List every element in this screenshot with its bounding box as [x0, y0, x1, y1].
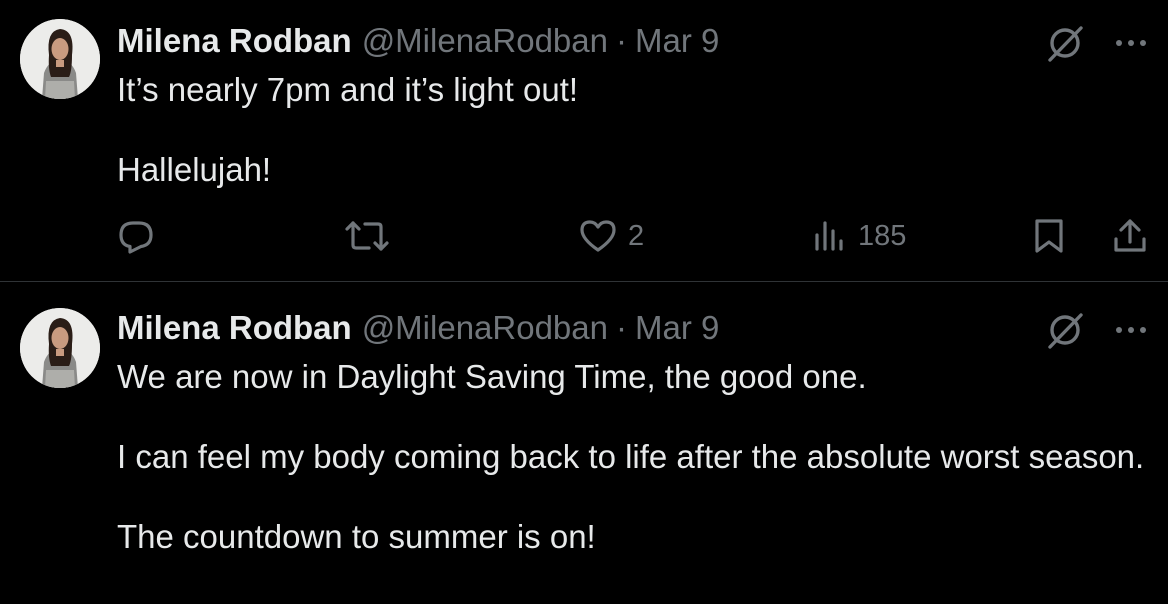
avatar-photo — [20, 19, 100, 99]
grok-icon[interactable] — [1044, 22, 1086, 64]
tweet-date[interactable]: Mar 9 — [635, 308, 719, 348]
tweet-action-bar: 2 185 — [117, 212, 1148, 260]
author-handle[interactable]: @MilenaRodban — [362, 21, 608, 61]
author-handle[interactable]: @MilenaRodban — [362, 308, 608, 348]
tweet-top-actions — [1044, 309, 1148, 351]
retweet-icon — [345, 221, 389, 251]
tweet-paragraph: It’s nearly 7pm and it’s light out! — [117, 71, 579, 108]
grok-icon[interactable] — [1044, 309, 1086, 351]
separator-dot: · — [616, 22, 627, 59]
tweet-text: We are now in Daylight Saving Time, the … — [117, 357, 1147, 557]
author-avatar[interactable] — [20, 19, 100, 99]
tweet-paragraph: Hallelujah! — [117, 151, 272, 188]
bookmark-icon — [1035, 219, 1063, 253]
reply-button[interactable] — [117, 212, 165, 260]
views-icon — [815, 221, 843, 251]
tweet[interactable]: Milena Rodban @MilenaRodban · Mar 9 We a… — [0, 282, 1168, 604]
tweet-header: Milena Rodban @MilenaRodban · Mar 9 — [117, 21, 719, 61]
like-icon — [580, 220, 616, 252]
tweet[interactable]: Milena Rodban @MilenaRodban · Mar 9 It’s… — [0, 0, 1168, 282]
views-button[interactable]: 185 — [812, 212, 906, 260]
like-count: 2 — [628, 219, 645, 252]
tweet-paragraph: We are now in Daylight Saving Time, the … — [117, 358, 867, 395]
bookmark-button[interactable] — [1032, 212, 1066, 260]
tweet-top-actions — [1044, 22, 1148, 64]
like-button[interactable]: 2 — [578, 212, 644, 260]
tweet-paragraph: The countdown to summer is on! — [117, 518, 596, 555]
tweet-date[interactable]: Mar 9 — [635, 21, 719, 61]
separator-dot: · — [616, 309, 627, 346]
more-icon[interactable] — [1114, 26, 1148, 60]
share-button[interactable] — [1112, 212, 1148, 260]
avatar-photo — [20, 308, 100, 388]
more-icon[interactable] — [1114, 313, 1148, 347]
tweet-paragraph: I can feel my body coming back to life a… — [117, 438, 1145, 475]
retweet-button[interactable] — [343, 212, 401, 260]
author-avatar[interactable] — [20, 308, 100, 388]
author-name[interactable]: Milena Rodban — [117, 21, 352, 61]
author-name[interactable]: Milena Rodban — [117, 308, 352, 348]
tweet-header: Milena Rodban @MilenaRodban · Mar 9 — [117, 308, 719, 348]
share-icon — [1114, 219, 1146, 252]
tweet-text: It’s nearly 7pm and it’s light out! Hall… — [117, 70, 1147, 190]
views-count: 185 — [858, 219, 907, 252]
reply-icon — [119, 221, 153, 254]
